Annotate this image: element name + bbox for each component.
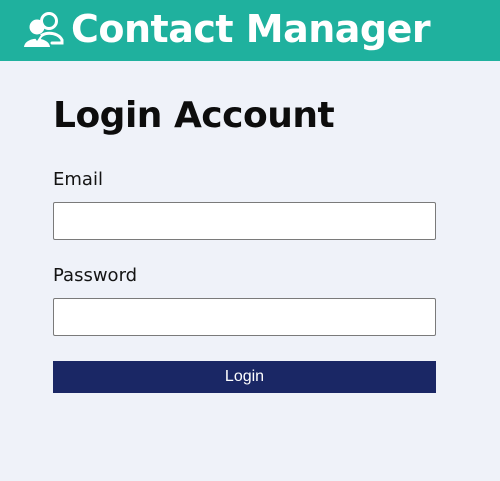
users-icon bbox=[22, 10, 66, 50]
app-title: Contact Manager bbox=[71, 7, 431, 51]
login-form: Login Account Email Password Login bbox=[53, 90, 436, 393]
page-title: Login Account bbox=[53, 95, 335, 136]
password-field[interactable] bbox=[53, 298, 436, 336]
email-field[interactable] bbox=[53, 202, 436, 240]
email-label: Email bbox=[53, 169, 103, 190]
top-navbar: Contact Manager bbox=[0, 0, 500, 61]
login-button[interactable]: Login bbox=[53, 361, 436, 393]
password-label: Password bbox=[53, 265, 138, 286]
